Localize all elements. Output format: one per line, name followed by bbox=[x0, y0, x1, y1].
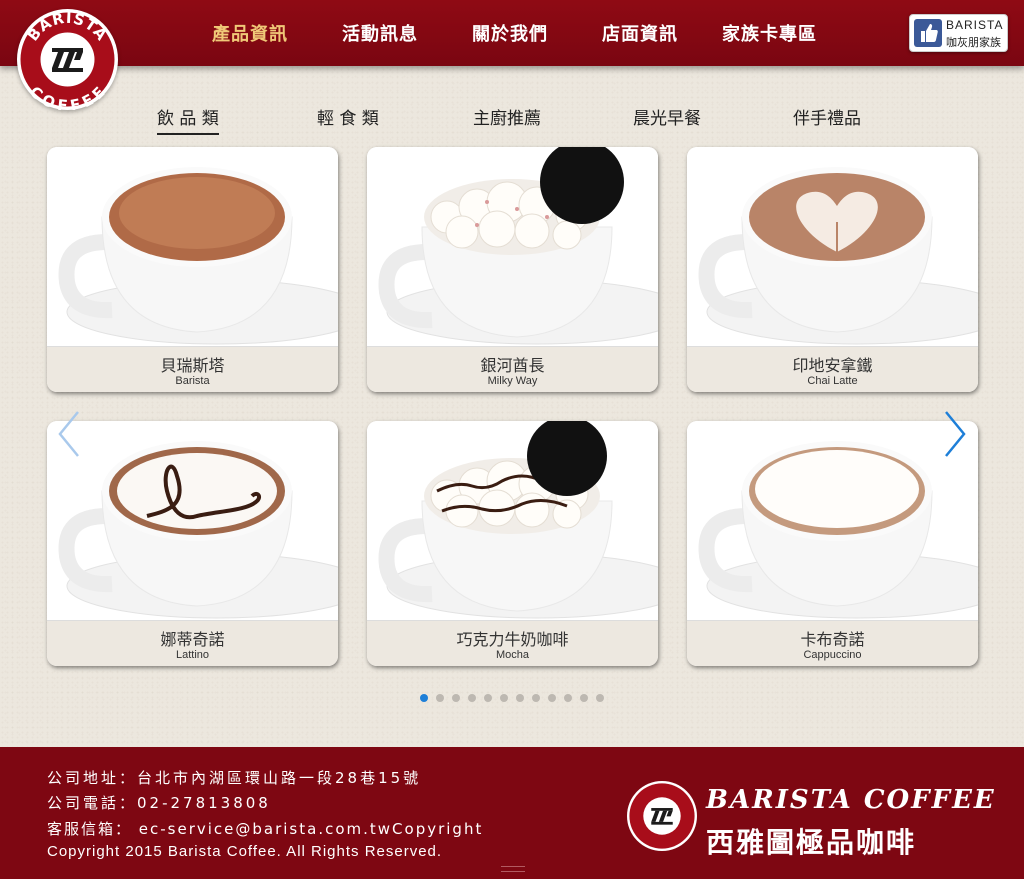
product-card-mocha[interactable]: 巧克力牛奶咖啡 Mocha bbox=[367, 421, 658, 666]
product-image-cappuccino bbox=[687, 421, 978, 620]
footer-brand-english: BARISTA COFFEE bbox=[706, 785, 996, 815]
product-name: 銀河酋長 bbox=[480, 356, 545, 375]
top-navigation-bar: 產品資訊 活動訊息 關於我們 店面資訊 家族卡專區 BARISTA 咖灰朋家族 bbox=[0, 0, 1024, 66]
category-tab-chef-recommend[interactable]: 主廚推薦 bbox=[473, 104, 541, 129]
nav-family-card[interactable]: 家族卡專區 bbox=[722, 20, 817, 46]
product-card-milky-way[interactable]: 銀河酋長 Milky Way bbox=[367, 147, 658, 392]
footer-address: 公司地址：台北市內湖區環山路一段28巷15號 bbox=[47, 769, 422, 787]
nav-store-info[interactable]: 店面資訊 bbox=[602, 20, 678, 46]
product-name: 貝瑞斯塔 bbox=[160, 356, 225, 375]
pagination-dot[interactable] bbox=[564, 694, 572, 702]
product-name: 卡布奇諾 bbox=[800, 630, 865, 649]
footer: 公司地址：台北市內湖區環山路一段28巷15號 公司電話：02-27813808 … bbox=[0, 747, 1024, 879]
product-image-mocha bbox=[367, 421, 658, 620]
facebook-badge-title: BARISTA bbox=[946, 18, 1004, 32]
pagination-dot[interactable] bbox=[468, 694, 476, 702]
category-tab-breakfast[interactable]: 晨光早餐 bbox=[633, 104, 701, 129]
footer-phone: 公司電話：02-27813808 bbox=[47, 794, 271, 812]
chevron-left-icon[interactable] bbox=[56, 410, 82, 458]
nav-about-us[interactable]: 關於我們 bbox=[472, 20, 548, 46]
category-tab-gifts[interactable]: 伴手禮品 bbox=[793, 104, 861, 129]
footer-logo bbox=[627, 781, 697, 851]
product-image-barista bbox=[47, 147, 338, 346]
pagination-dot[interactable] bbox=[596, 694, 604, 702]
product-image-lattino bbox=[47, 421, 338, 620]
scroll-grip-handle[interactable] bbox=[501, 866, 525, 872]
product-name-en: Mocha bbox=[495, 649, 530, 661]
footer-email[interactable]: 客服信箱： ec-service@barista.com.twCopyright bbox=[47, 818, 483, 839]
product-card-chai-latte[interactable]: 印地安拿鐵 Chai Latte bbox=[687, 147, 978, 392]
facebook-badge-subtitle: 咖灰朋家族 bbox=[946, 36, 1001, 49]
nav-product-info[interactable]: 產品資訊 bbox=[212, 20, 288, 46]
pagination-dot[interactable] bbox=[420, 694, 428, 702]
product-name-en: Milky Way bbox=[487, 375, 538, 387]
product-name: 娜蒂奇諾 bbox=[160, 630, 225, 649]
thumbs-up-icon bbox=[914, 19, 942, 47]
product-image-chai-latte bbox=[687, 147, 978, 346]
pagination-dot[interactable] bbox=[548, 694, 556, 702]
product-card-cappuccino[interactable]: 卡布奇諾 Cappuccino bbox=[687, 421, 978, 666]
product-name-en: Cappuccino bbox=[803, 649, 862, 661]
product-name: 巧克力牛奶咖啡 bbox=[456, 630, 569, 649]
pagination-dot[interactable] bbox=[580, 694, 588, 702]
pagination-dot[interactable] bbox=[484, 694, 492, 702]
pagination-dot[interactable] bbox=[436, 694, 444, 702]
category-tab-light-meals[interactable]: 輕 食 類 bbox=[317, 104, 379, 129]
barista-logo[interactable]: BARISTA COFFEE bbox=[17, 9, 118, 115]
footer-brand-chinese: 西雅圖極品咖啡 bbox=[706, 826, 917, 859]
facebook-fan-badge[interactable]: BARISTA 咖灰朋家族 bbox=[909, 14, 1008, 52]
product-name-en: Chai Latte bbox=[807, 375, 858, 387]
product-card-lattino[interactable]: 娜蒂奇諾 Lattino bbox=[47, 421, 338, 666]
nav-events[interactable]: 活動訊息 bbox=[342, 20, 418, 46]
product-card-barista[interactable]: 貝瑞斯塔 Barista bbox=[47, 147, 338, 392]
product-name: 印地安拿鐵 bbox=[792, 356, 873, 375]
product-image-milky-way bbox=[367, 147, 658, 346]
chevron-right-icon[interactable] bbox=[942, 410, 968, 458]
pagination-dot[interactable] bbox=[516, 694, 524, 702]
pagination-dot[interactable] bbox=[532, 694, 540, 702]
product-name-en: Barista bbox=[175, 375, 210, 387]
footer-copyright: Copyright 2015 Barista Coffee. All Right… bbox=[47, 843, 443, 860]
product-name-en: Lattino bbox=[175, 649, 210, 661]
pagination-dot[interactable] bbox=[452, 694, 460, 702]
pagination-dot[interactable] bbox=[500, 694, 508, 702]
category-tab-drinks[interactable]: 飲 品 類 bbox=[157, 104, 219, 135]
